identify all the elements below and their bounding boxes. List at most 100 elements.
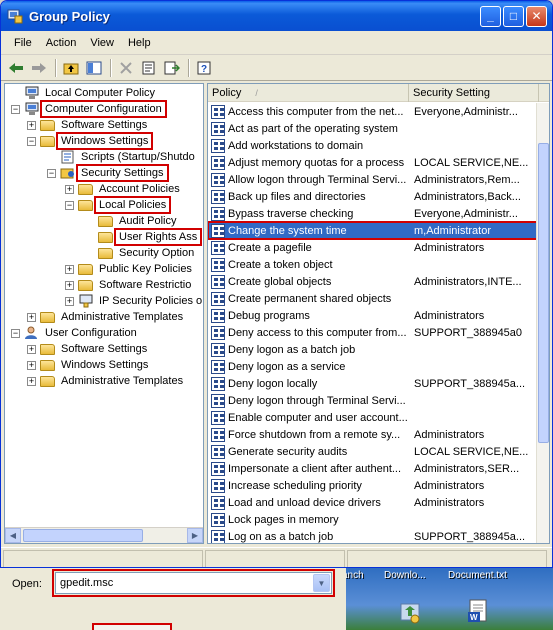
policy-row[interactable]: Generate security audits LOCAL SERVICE,NE… <box>208 443 538 460</box>
tree-expander-icon[interactable]: − <box>47 168 56 178</box>
policy-row[interactable]: Deny logon as a batch job <box>208 341 538 358</box>
policy-name: Allow logon through Terminal Servi... <box>228 173 407 186</box>
policy-row[interactable]: Lock pages in memory <box>208 511 538 528</box>
policy-row[interactable]: Adjust memory quotas for a process LOCAL … <box>208 154 538 171</box>
policy-row[interactable]: Deny logon through Terminal Servi... <box>208 392 538 409</box>
tree-horizontal-scrollbar[interactable]: ◀ ▶ <box>5 527 203 543</box>
policy-row[interactable]: Access this computer from the net... Ever… <box>208 103 538 120</box>
ip-security-icon <box>78 294 94 308</box>
tree-expander-icon[interactable]: + <box>27 376 36 386</box>
policy-name: Add workstations to domain <box>228 139 364 152</box>
tree-expander-icon[interactable]: − <box>11 328 20 338</box>
tree-expander-icon[interactable]: − <box>27 136 36 146</box>
tree-item[interactable]: − Computer Configuration <box>11 100 167 118</box>
tree-item[interactable]: Scripts (Startup/Shutdo <box>47 149 197 165</box>
policy-row[interactable]: Act as part of the operating system <box>208 120 538 137</box>
tree-expander-icon[interactable]: + <box>27 344 36 354</box>
tree-expander-icon[interactable]: − <box>65 200 74 210</box>
open-dropdown-button[interactable]: ▼ <box>313 574 330 592</box>
scroll-right-button[interactable]: ▶ <box>187 528 203 543</box>
tree-expander-icon[interactable]: + <box>27 360 36 370</box>
help-button[interactable]: ? <box>193 57 215 79</box>
policy-icon <box>211 410 225 425</box>
column-header-security-setting[interactable]: Security Setting <box>409 84 539 102</box>
tree-item[interactable]: User Rights Ass <box>85 228 203 246</box>
tree-expander-icon[interactable]: + <box>65 296 74 306</box>
policy-row[interactable]: Increase scheduling priority Administrato… <box>208 477 538 494</box>
show-hide-tree-button[interactable] <box>83 57 105 79</box>
policy-row[interactable]: Deny logon locally SUPPORT_388945a... <box>208 375 538 392</box>
tree-expander-icon[interactable]: − <box>11 104 20 114</box>
close-button[interactable]: ✕ <box>526 5 547 27</box>
menu-file[interactable]: File <box>7 35 39 51</box>
tree-item[interactable]: − Security Settings <box>47 164 169 182</box>
policy-row[interactable]: Change the system time m,Administrator <box>208 221 539 240</box>
properties-button[interactable] <box>138 57 160 79</box>
export-list-button[interactable] <box>161 57 183 79</box>
list-scroll-thumb[interactable] <box>538 143 549 443</box>
policy-row[interactable]: Create permanent shared objects <box>208 290 538 307</box>
policy-row[interactable]: Bypass traverse checking Everyone,Adminis… <box>208 205 538 222</box>
tree-item[interactable]: + Software Settings <box>27 117 149 133</box>
list-vertical-scrollbar[interactable] <box>536 103 549 543</box>
tree-item[interactable]: − User Configuration <box>11 325 139 341</box>
policy-row[interactable]: Force shutdown from a remote sy... Admini… <box>208 426 538 443</box>
policy-row[interactable]: Enable computer and user account... <box>208 409 538 426</box>
tree-item[interactable]: + Public Key Policies <box>65 261 194 277</box>
tree-item[interactable]: Security Option <box>85 245 196 261</box>
maximize-button[interactable]: □ <box>503 5 524 27</box>
maximize-icon: □ <box>509 9 518 23</box>
tree-item[interactable]: − Local Policies <box>65 196 172 214</box>
tree-item-label: Software Settings <box>61 343 148 355</box>
tree-expander-icon[interactable]: + <box>27 312 36 322</box>
tree-item[interactable]: − Windows Settings <box>27 132 154 150</box>
tree-item[interactable]: Audit Policy <box>85 213 178 229</box>
tree-pane[interactable]: Local Computer Policy − Computer Configura… <box>4 83 204 544</box>
tree-item[interactable]: + Account Policies <box>65 181 182 197</box>
tree-scroll-thumb[interactable] <box>23 529 143 542</box>
tree-item[interactable]: + Software Settings <box>27 341 149 357</box>
menu-help[interactable]: Help <box>121 35 158 51</box>
policy-row[interactable]: Log on as a batch job SUPPORT_388945a... <box>208 528 538 543</box>
back-button[interactable] <box>5 57 27 79</box>
forward-button[interactable] <box>28 57 50 79</box>
policy-row[interactable]: Back up files and directories Administrat… <box>208 188 538 205</box>
tree-item[interactable]: + Software Restrictio <box>65 277 193 293</box>
policy-row[interactable]: Create a token object <box>208 256 538 273</box>
tree-item[interactable]: + Administrative Templates <box>27 373 185 389</box>
policy-row[interactable]: Create global objects Administrators,INTE… <box>208 273 538 290</box>
policy-row[interactable]: Create a pagefile Administrators <box>208 239 538 256</box>
word-document-icon[interactable]: W <box>466 598 490 624</box>
tree-item[interactable]: Local Computer Policy <box>11 85 157 101</box>
menu-action[interactable]: Action <box>39 35 84 51</box>
desktop-area: anch Downlo... Document.txt W <box>346 568 553 630</box>
column-header-policy[interactable]: Policy / <box>208 84 409 102</box>
menu-view[interactable]: View <box>83 35 121 51</box>
title-bar[interactable]: Group Policy _ □ ✕ <box>1 1 552 31</box>
tree-item[interactable]: + Administrative Templates <box>27 309 185 325</box>
tree-item[interactable]: + Windows Settings <box>27 357 150 373</box>
policy-row[interactable]: Impersonate a client after authent... Adm… <box>208 460 538 477</box>
policy-row[interactable]: Load and unload device drivers Administra… <box>208 494 538 511</box>
policy-row[interactable]: Add workstations to domain <box>208 137 538 154</box>
recycle-folder-icon[interactable] <box>398 598 422 624</box>
tree-item[interactable]: + IP Security Policies o <box>65 293 203 309</box>
open-input[interactable]: gpedit.msc <box>56 577 313 589</box>
scroll-left-button[interactable]: ◀ <box>5 528 21 543</box>
ok-button[interactable] <box>92 623 172 630</box>
minimize-button[interactable]: _ <box>480 5 501 27</box>
tree-expander-icon[interactable]: + <box>65 280 74 290</box>
delete-button[interactable] <box>115 57 137 79</box>
tree-expander-icon[interactable]: + <box>65 264 74 274</box>
policy-row[interactable]: Allow logon through Terminal Servi... Adm… <box>208 171 538 188</box>
policy-row[interactable]: Deny logon as a service <box>208 358 538 375</box>
toolbar: ? <box>1 55 552 81</box>
tree-expander-icon[interactable]: + <box>65 184 74 194</box>
policy-row[interactable]: Deny access to this computer from... SUPP… <box>208 324 538 341</box>
policy-list-pane[interactable]: Policy / Security Setting Access this co… <box>207 83 550 544</box>
policy-row[interactable]: Debug programs Administrators <box>208 307 538 324</box>
sort-indicator: / <box>255 88 258 98</box>
tree-expander-icon[interactable]: + <box>27 120 36 130</box>
up-one-level-button[interactable] <box>60 57 82 79</box>
open-combobox[interactable]: gpedit.msc ▼ <box>52 569 335 597</box>
